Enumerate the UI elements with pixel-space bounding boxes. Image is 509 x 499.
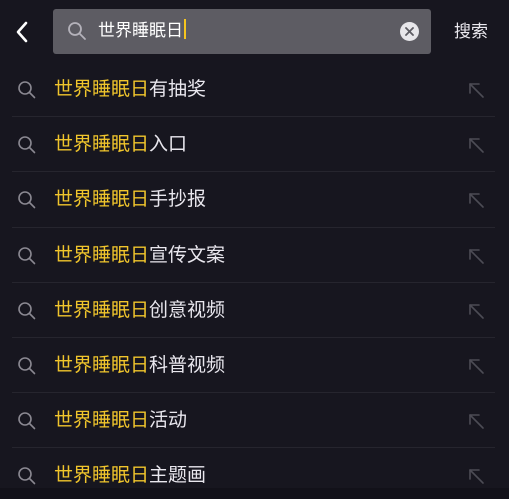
suggestion-item[interactable]: 世界睡眠日活动 xyxy=(0,393,509,449)
suggestion-highlight: 世界睡眠日 xyxy=(54,353,150,376)
search-icon xyxy=(17,466,37,486)
search-icon xyxy=(17,135,37,155)
search-icon xyxy=(17,190,37,210)
arrow-up-left-icon[interactable] xyxy=(466,190,486,210)
clear-icon xyxy=(405,27,414,36)
text-cursor xyxy=(184,19,186,39)
suggestion-text: 世界睡眠日手抄报 xyxy=(54,185,206,213)
search-icon xyxy=(67,21,87,41)
search-icon xyxy=(17,356,37,376)
arrow-up-left-icon[interactable] xyxy=(466,301,486,321)
suggestion-text: 世界睡眠日创意视频 xyxy=(54,296,225,324)
suggestion-highlight: 世界睡眠日 xyxy=(54,133,150,156)
search-icon xyxy=(17,80,37,100)
suggestion-text: 世界睡眠日宣传文案 xyxy=(54,241,225,269)
clear-button[interactable] xyxy=(400,22,419,41)
suggestion-rest: 宣传文案 xyxy=(149,243,226,266)
suggestion-text: 世界睡眠日活动 xyxy=(54,406,187,434)
suggestion-rest: 有抽奖 xyxy=(149,78,207,100)
search-box[interactable]: 世界睡眠日 xyxy=(53,9,431,54)
suggestion-highlight: 世界睡眠日 xyxy=(54,188,150,211)
search-button[interactable]: 搜索 xyxy=(443,18,499,46)
suggestion-text: 世界睡眠日主题画 xyxy=(54,461,206,489)
suggestion-rest: 创意视频 xyxy=(149,298,226,321)
search-query-text: 世界睡眠日 xyxy=(98,21,183,41)
back-button[interactable] xyxy=(8,14,36,50)
suggestion-highlight: 世界睡眠日 xyxy=(54,464,150,487)
arrow-up-left-icon[interactable] xyxy=(466,246,486,266)
suggestion-rest: 入口 xyxy=(149,133,188,156)
suggestion-rest: 手抄报 xyxy=(149,188,207,211)
arrow-up-left-icon[interactable] xyxy=(466,411,486,431)
search-icon xyxy=(17,411,37,431)
suggestion-item[interactable]: 世界睡眠日创意视频 xyxy=(0,283,509,339)
suggestion-highlight: 世界睡眠日 xyxy=(54,78,150,100)
arrow-up-left-icon[interactable] xyxy=(466,356,486,376)
suggestion-text: 世界睡眠日入口 xyxy=(54,130,187,158)
search-input[interactable]: 世界睡眠日 xyxy=(98,17,388,46)
arrow-up-left-icon[interactable] xyxy=(466,466,486,486)
suggestion-text: 世界睡眠日有抽奖 xyxy=(54,75,206,103)
suggestion-rest: 科普视频 xyxy=(149,353,226,376)
search-icon xyxy=(17,246,37,266)
search-icon xyxy=(17,301,37,321)
suggestion-text: 世界睡眠日科普视频 xyxy=(54,351,225,379)
search-top-bar: 世界睡眠日 搜索 xyxy=(0,0,509,64)
search-screen: 世界睡眠日 搜索 世界睡眠日有抽奖 世界睡眠日入口 世界睡眠日手抄报 世界睡眠日宣传文… xyxy=(0,0,509,499)
chevron-left-icon xyxy=(16,21,28,43)
suggestion-item[interactable]: 世界睡眠日宣传文案 xyxy=(0,228,509,283)
suggestion-highlight: 世界睡眠日 xyxy=(54,298,150,321)
suggestion-highlight: 世界睡眠日 xyxy=(54,409,150,432)
suggestion-rest: 活动 xyxy=(149,409,188,432)
arrow-up-left-icon[interactable] xyxy=(466,80,486,100)
suggestion-highlight: 世界睡眠日 xyxy=(54,243,150,266)
suggestion-item[interactable]: 世界睡眠日科普视频 xyxy=(0,338,509,394)
arrow-up-left-icon[interactable] xyxy=(466,135,486,155)
suggestion-item[interactable]: 世界睡眠日入口 xyxy=(0,117,509,173)
suggestion-item[interactable]: 世界睡眠日手抄报 xyxy=(0,172,509,228)
bottom-strip xyxy=(0,488,509,499)
suggestion-item[interactable]: 世界睡眠日有抽奖 xyxy=(0,62,509,118)
suggestion-list: 世界睡眠日有抽奖 世界睡眠日入口 世界睡眠日手抄报 世界睡眠日宣传文案 世界睡眠日创意视… xyxy=(0,62,509,499)
suggestion-rest: 主题画 xyxy=(149,464,207,487)
